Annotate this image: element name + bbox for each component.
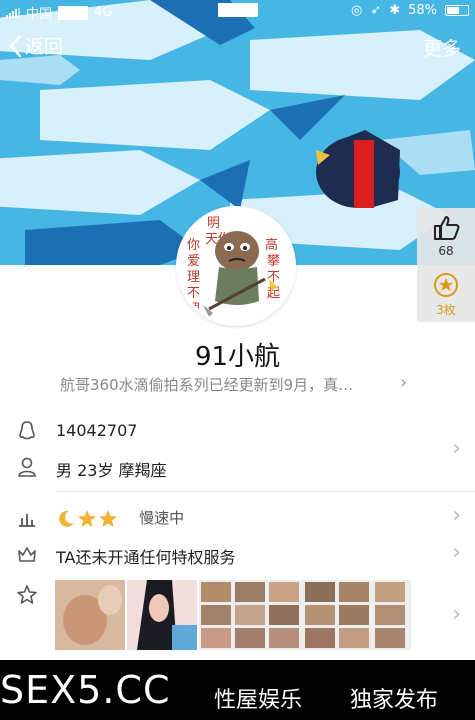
status-bar: 中国 4G ◎ ➶ ✱ 58%	[0, 0, 475, 22]
network-type: 4G	[94, 5, 113, 20]
footer-link-entertainment[interactable]: 性屋娱乐	[214, 682, 302, 714]
chevron-right-icon[interactable]: ›	[452, 602, 461, 627]
carrier-name: 中国	[26, 7, 53, 22]
location-icon: ➶	[370, 3, 382, 18]
divider	[56, 491, 475, 492]
bar-chart-icon	[19, 514, 35, 527]
avatar[interactable]: 明天你 你爱理不理 高攀不起	[176, 206, 296, 326]
photo-video-grid[interactable]	[199, 580, 411, 650]
person-icon	[18, 457, 36, 477]
lock-rotation-icon: ◎	[350, 3, 363, 18]
bluetooth-icon: ✱	[389, 3, 401, 18]
redacted-block	[58, 5, 89, 20]
medal-button[interactable]: 3枚	[417, 266, 475, 322]
like-count: 68	[438, 244, 454, 258]
nickname: 91小航	[194, 342, 281, 372]
photo-thumbnail[interactable]	[55, 580, 125, 650]
penguin-icon	[19, 421, 35, 440]
privilege-text: TA还未开通任何特权服务	[56, 548, 236, 567]
crown-icon	[18, 547, 36, 562]
signature-text[interactable]: 航哥360水滴偷拍系列已经更新到9月，真…	[60, 374, 390, 395]
medal-star-icon	[434, 273, 458, 297]
basic-info-text: 男 23岁 摩羯座	[56, 461, 167, 480]
level-speed-status: 慢速中	[139, 509, 185, 527]
back-button[interactable]: 返回	[8, 32, 63, 59]
photo-thumbnail[interactable]	[127, 580, 197, 650]
chevron-right-icon[interactable]: ›	[452, 540, 461, 565]
signal-icon	[6, 7, 20, 18]
moon-icon	[59, 510, 74, 527]
chevron-left-icon	[9, 34, 22, 57]
svg-text:你: 你	[187, 238, 200, 253]
star-icon	[99, 509, 117, 527]
battery-icon	[445, 5, 469, 16]
photo-wall[interactable]	[55, 580, 415, 650]
avatar-cartoon-image: 明天你 你爱理不理 高攀不起	[179, 209, 293, 323]
basic-info-row[interactable]: 男 23岁 摩羯座	[0, 454, 475, 482]
svg-text:不: 不	[267, 270, 280, 285]
footer-logo-text: SEX5.CC	[0, 668, 171, 712]
privilege-row[interactable]: TA还未开通任何特权服务 ›	[0, 540, 475, 569]
nav-bar: 返回 更多	[0, 28, 475, 64]
like-button[interactable]: 68	[417, 208, 475, 266]
thumbs-up-icon	[434, 216, 460, 240]
svg-text:理: 理	[187, 270, 200, 285]
chevron-right-icon[interactable]: ›	[452, 503, 461, 528]
qq-number-row: 14042707	[0, 418, 475, 446]
footer-link-exclusive[interactable]: 独家发布	[350, 682, 438, 714]
qq-number: 14042707	[56, 421, 138, 440]
svg-text:高: 高	[265, 237, 278, 253]
level-icons	[56, 509, 118, 529]
svg-text:明: 明	[207, 216, 220, 231]
star-outline-icon	[17, 585, 37, 604]
footer-watermark-banner: SEX5.CC 性屋娱乐 独家发布	[0, 660, 475, 720]
redacted-time	[218, 3, 258, 17]
medal-count: 3枚	[436, 303, 456, 317]
more-button[interactable]: 更多	[423, 34, 461, 61]
svg-text:攀: 攀	[267, 254, 280, 269]
chevron-right-icon[interactable]: ›	[400, 372, 407, 393]
svg-text:理: 理	[187, 302, 200, 317]
battery-percent: 58%	[408, 3, 437, 18]
side-action-panel: 68 3枚	[417, 208, 475, 322]
level-row[interactable]: 慢速中 ›	[0, 503, 475, 533]
star-icon	[78, 509, 96, 527]
back-label: 返回	[25, 36, 64, 58]
svg-text:爱: 爱	[187, 254, 200, 269]
svg-text:不: 不	[187, 286, 200, 301]
